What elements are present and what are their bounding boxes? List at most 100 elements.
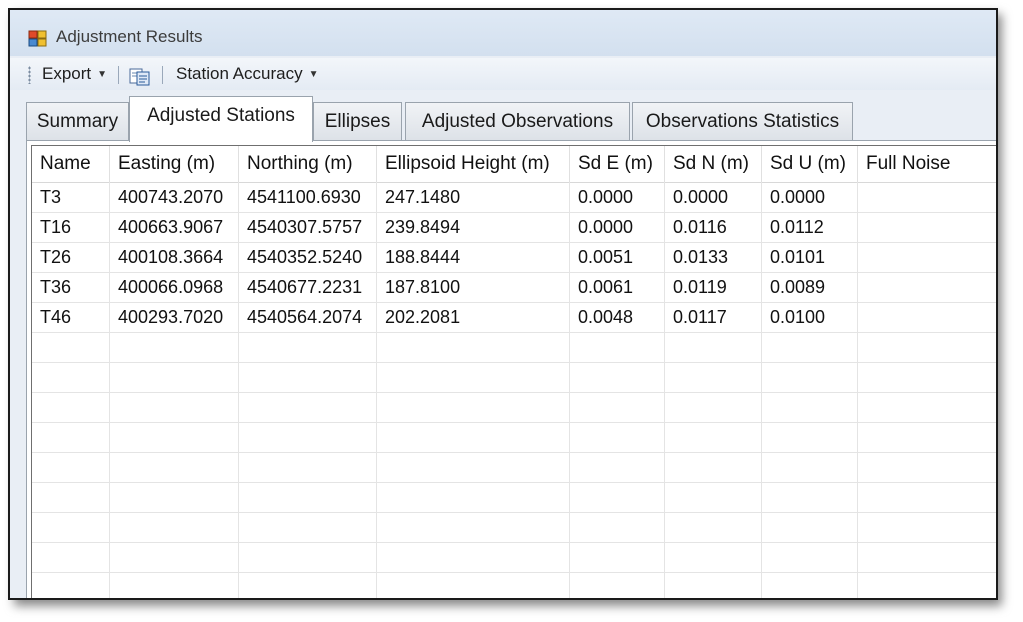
table-cell[interactable] — [570, 572, 665, 598]
table-cell[interactable] — [762, 332, 858, 362]
table-cell[interactable] — [32, 362, 110, 392]
table-cell[interactable] — [377, 362, 570, 392]
table-cell[interactable] — [762, 362, 858, 392]
table-cell[interactable]: 4540352.5240 — [239, 242, 377, 272]
table-cell[interactable]: T26 — [32, 242, 110, 272]
table-row[interactable]: T26 400108.3664 4540352.5240 188.8444 0.0051… — [32, 242, 996, 273]
table-cell[interactable]: 0.0051 — [570, 242, 665, 272]
table-cell[interactable]: 0.0061 — [570, 272, 665, 302]
table-cell[interactable] — [110, 482, 239, 512]
table-cell[interactable]: 0.0048 — [570, 302, 665, 332]
table-cell[interactable] — [32, 542, 110, 572]
station-accuracy-dropdown-button[interactable]: Station Accuracy ▼ — [176, 64, 319, 84]
table-cell[interactable] — [239, 392, 377, 422]
table-cell[interactable]: 4541100.6930 — [239, 182, 377, 212]
table-cell[interactable]: 4540677.2231 — [239, 272, 377, 302]
table-cell[interactable]: 188.8444 — [377, 242, 570, 272]
table-cell[interactable] — [377, 332, 570, 362]
table-cell[interactable] — [665, 512, 762, 542]
table-cell[interactable] — [858, 572, 996, 598]
table-cell[interactable] — [858, 512, 996, 542]
table-cell[interactable] — [110, 392, 239, 422]
table-cell[interactable]: 0.0000 — [762, 182, 858, 212]
table-cell[interactable] — [665, 332, 762, 362]
table-cell[interactable] — [377, 512, 570, 542]
table-cell[interactable] — [239, 572, 377, 598]
table-cell[interactable]: 0.0101 — [762, 242, 858, 272]
table-cell[interactable]: 4540564.2074 — [239, 302, 377, 332]
table-cell[interactable]: 0.0117 — [665, 302, 762, 332]
column-header-name[interactable]: Name — [32, 146, 110, 182]
table-cell[interactable] — [762, 512, 858, 542]
table-cell[interactable]: 0.0119 — [665, 272, 762, 302]
column-header-easting-m[interactable]: Easting (m) — [110, 146, 239, 182]
table-cell[interactable] — [762, 422, 858, 452]
table-cell[interactable]: T36 — [32, 272, 110, 302]
table-cell[interactable] — [570, 392, 665, 422]
table-cell[interactable] — [239, 422, 377, 452]
column-header-full-noise[interactable]: Full Noise — [858, 146, 996, 182]
table-cell[interactable] — [239, 542, 377, 572]
table-cell[interactable] — [110, 362, 239, 392]
table-row[interactable] — [32, 482, 996, 513]
table-cell[interactable]: 239.8494 — [377, 212, 570, 242]
table-cell[interactable]: 202.2081 — [377, 302, 570, 332]
table-cell[interactable] — [858, 332, 996, 362]
table-cell[interactable] — [110, 332, 239, 362]
tab-ellipses[interactable]: Ellipses — [313, 102, 402, 140]
table-cell[interactable] — [239, 482, 377, 512]
table-cell[interactable] — [32, 332, 110, 362]
table-cell[interactable]: T46 — [32, 302, 110, 332]
table-cell[interactable] — [665, 452, 762, 482]
table-cell[interactable] — [665, 482, 762, 512]
table-cell[interactable]: 0.0000 — [665, 182, 762, 212]
table-cell[interactable] — [377, 422, 570, 452]
table-cell[interactable] — [377, 542, 570, 572]
table-cell[interactable] — [665, 422, 762, 452]
table-cell[interactable] — [570, 452, 665, 482]
table-row[interactable] — [32, 392, 996, 423]
table-cell[interactable] — [110, 572, 239, 598]
table-cell[interactable]: 4540307.5757 — [239, 212, 377, 242]
table-cell[interactable]: 0.0133 — [665, 242, 762, 272]
table-cell[interactable] — [858, 302, 996, 332]
table-cell[interactable]: 0.0112 — [762, 212, 858, 242]
table-cell[interactable] — [858, 272, 996, 302]
table-cell[interactable] — [32, 422, 110, 452]
table-cell[interactable] — [239, 452, 377, 482]
table-row[interactable] — [32, 452, 996, 483]
tab-summary[interactable]: Summary — [26, 102, 129, 140]
table-cell[interactable]: 400066.0968 — [110, 272, 239, 302]
title-bar[interactable]: Adjustment Results — [10, 10, 996, 56]
table-cell[interactable] — [32, 572, 110, 598]
table-cell[interactable] — [570, 512, 665, 542]
table-cell[interactable] — [110, 452, 239, 482]
table-cell[interactable]: 400108.3664 — [110, 242, 239, 272]
table-cell[interactable] — [858, 392, 996, 422]
column-header-sd-u-m[interactable]: Sd U (m) — [762, 146, 858, 182]
table-cell[interactable] — [665, 542, 762, 572]
table-cell[interactable] — [110, 542, 239, 572]
table-cell[interactable]: T3 — [32, 182, 110, 212]
table-cell[interactable] — [110, 422, 239, 452]
table-row[interactable]: T16 400663.9067 4540307.5757 239.8494 0.0000… — [32, 212, 996, 243]
table-row[interactable] — [32, 422, 996, 453]
table-cell[interactable] — [762, 542, 858, 572]
table-row[interactable]: T46 400293.7020 4540564.2074 202.2081 0.0048… — [32, 302, 996, 333]
table-cell[interactable] — [32, 452, 110, 482]
copy-icon[interactable] — [128, 68, 152, 86]
table-cell[interactable] — [32, 392, 110, 422]
table-cell[interactable] — [665, 362, 762, 392]
table-row[interactable]: T36 400066.0968 4540677.2231 187.8100 0.0061… — [32, 272, 996, 303]
table-cell[interactable] — [239, 332, 377, 362]
table-cell[interactable] — [570, 542, 665, 572]
table-cell[interactable] — [858, 422, 996, 452]
table-cell[interactable] — [110, 512, 239, 542]
table-row[interactable] — [32, 572, 996, 598]
table-cell[interactable] — [377, 572, 570, 598]
table-cell[interactable] — [377, 392, 570, 422]
column-header-sd-n-m[interactable]: Sd N (m) — [665, 146, 762, 182]
table-cell[interactable] — [665, 572, 762, 598]
column-header-northing-m[interactable]: Northing (m) — [239, 146, 377, 182]
table-cell[interactable] — [858, 542, 996, 572]
